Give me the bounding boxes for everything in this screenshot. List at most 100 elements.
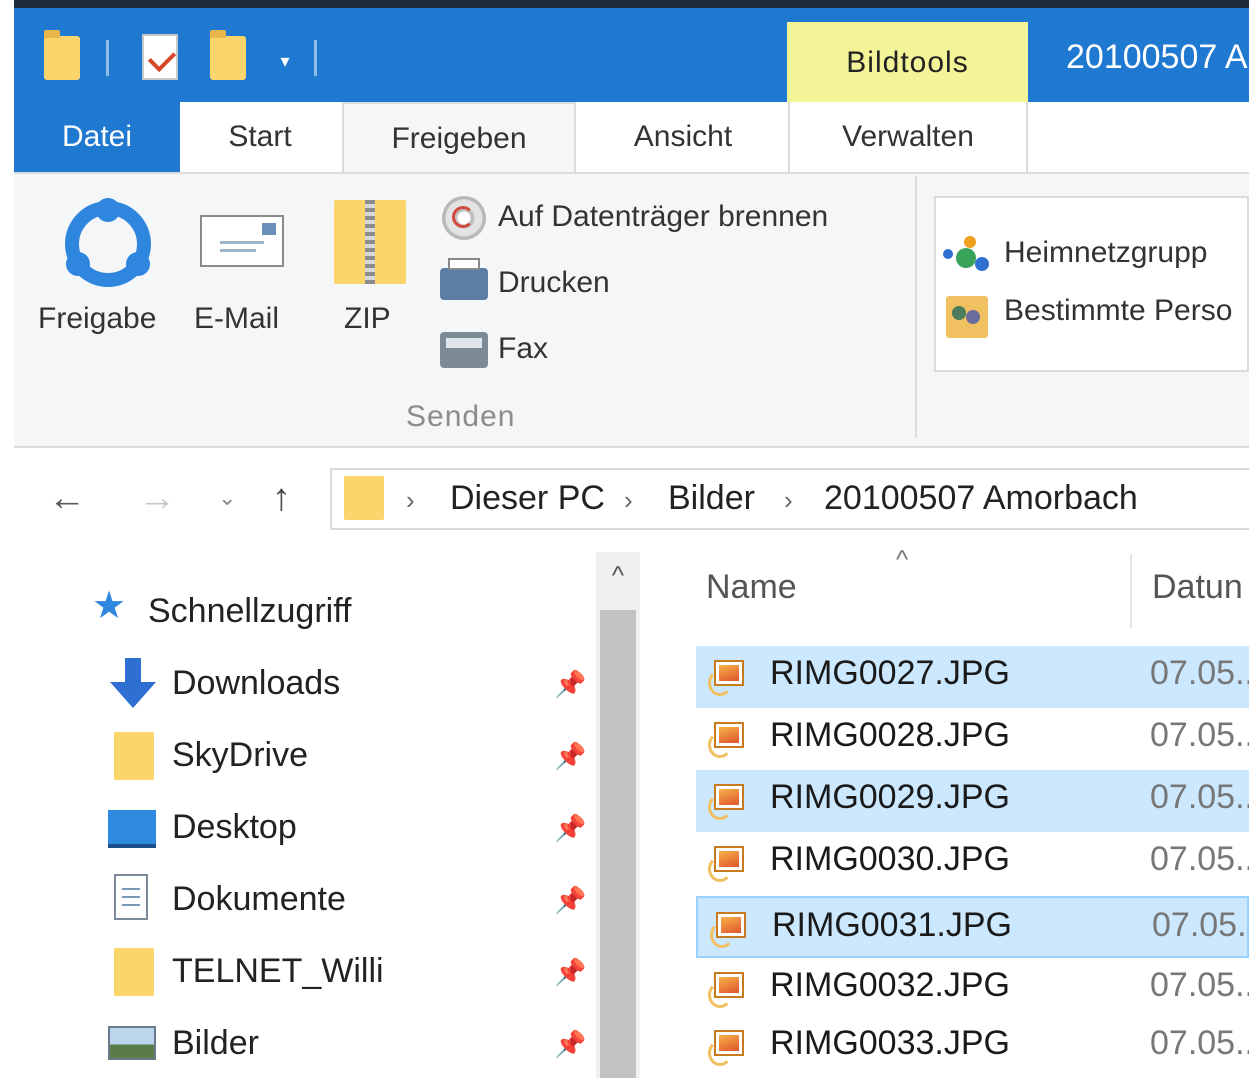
file-row[interactable]: RIMG0032.JPG 07.05.. — [696, 958, 1249, 1020]
toolbar-separator — [314, 40, 317, 76]
nav-item-skydrive[interactable]: SkyDrive 📌 — [90, 722, 590, 788]
tab-start[interactable]: Start — [180, 102, 340, 172]
column-divider[interactable] — [1130, 554, 1132, 628]
file-row[interactable]: RIMG0031.JPG 07.05.. — [696, 896, 1249, 958]
homegroup-label: Heimnetzgrupp — [1004, 236, 1208, 269]
share-with-gallery — [934, 196, 1249, 372]
printer-icon — [440, 258, 488, 300]
downloads-icon — [110, 658, 156, 708]
file-name: RIMG0029.JPG — [770, 778, 1010, 816]
pin-icon[interactable]: 📌 — [554, 1030, 586, 1058]
breadcrumb-separator[interactable]: › — [624, 480, 633, 520]
column-header-name[interactable]: Name — [706, 568, 797, 607]
tab-datei[interactable]: Datei — [14, 102, 180, 172]
desktop-icon — [108, 810, 156, 848]
tab-ansicht[interactable]: Ansicht — [578, 102, 788, 172]
file-row[interactable]: RIMG0029.JPG 07.05.. — [696, 770, 1249, 832]
breadcrumb-separator[interactable]: › — [406, 480, 415, 520]
ribbon-group-divider — [915, 176, 917, 438]
pin-icon[interactable]: 📌 — [554, 814, 586, 842]
file-row[interactable]: RIMG0028.JPG 07.05.. — [696, 708, 1249, 770]
nav-item-label: SkyDrive — [172, 736, 309, 774]
breadcrumb-dieser-pc[interactable]: Dieser PC — [450, 474, 605, 522]
new-folder-icon[interactable] — [210, 30, 246, 80]
context-tab-label: Bildtools — [846, 46, 969, 79]
disc-burn-icon — [442, 196, 486, 240]
file-row[interactable]: RIMG0033.JPG 07.05.. — [696, 1016, 1249, 1078]
column-header-date[interactable]: Datun — [1152, 568, 1243, 607]
customize-dropdown-icon[interactable]: ▾ — [274, 50, 296, 72]
scrollbar-thumb[interactable] — [600, 610, 636, 1078]
image-file-icon — [708, 720, 748, 760]
image-file-icon — [708, 658, 748, 698]
pictures-icon — [108, 1026, 156, 1060]
fax-button[interactable]: Fax — [440, 328, 600, 372]
nav-item-quick-access[interactable]: ★ Schnellzugriff — [90, 578, 590, 644]
homegroup-icon — [943, 236, 989, 271]
file-date: 07.05.. — [1150, 778, 1249, 816]
back-arrow-icon[interactable]: ← — [48, 472, 86, 524]
specific-people-button[interactable]: Bestimmte Perso — [940, 294, 1249, 338]
fax-icon — [440, 332, 488, 368]
file-name: RIMG0033.JPG — [770, 1024, 1010, 1062]
pin-icon[interactable]: 📌 — [554, 958, 586, 986]
breadcrumb-bilder[interactable]: Bilder — [668, 474, 755, 522]
file-date: 07.05.. — [1150, 1024, 1249, 1062]
star-icon: ★ — [92, 585, 127, 627]
zip-button[interactable]: ZIP — [330, 190, 410, 350]
zip-icon — [334, 200, 406, 284]
nav-item-label: Schnellzugriff — [148, 592, 352, 630]
sort-ascending-icon: ^ — [896, 544, 909, 574]
tab-freigeben[interactable]: Freigeben — [342, 102, 576, 174]
file-name: RIMG0031.JPG — [772, 906, 1012, 944]
pin-icon[interactable]: 📌 — [554, 670, 586, 698]
print-label: Drucken — [498, 266, 610, 299]
ribbon-group-label: Senden — [406, 400, 516, 433]
burn-button[interactable]: Auf Datenträger brennen — [440, 196, 900, 240]
image-file-icon — [708, 782, 748, 822]
title-bar-top-edge — [14, 0, 1249, 8]
burn-label: Auf Datenträger brennen — [498, 200, 829, 233]
file-row[interactable]: RIMG0030.JPG 07.05.. — [696, 832, 1249, 894]
forward-arrow-icon[interactable]: → — [138, 472, 176, 524]
share-label: Freigabe — [38, 302, 157, 335]
nav-item-bilder[interactable]: Bilder 📌 — [90, 1010, 590, 1076]
title-bar: ▾ — [14, 0, 1249, 102]
nav-item-label: Desktop — [172, 808, 297, 846]
email-button[interactable]: E-Mail — [190, 190, 300, 350]
file-name: RIMG0028.JPG — [770, 716, 1010, 754]
recent-locations-chevron-icon[interactable]: ⌄ — [218, 472, 236, 524]
nav-item-telnet-willi[interactable]: TELNET_Willi 📌 — [90, 938, 590, 1004]
image-file-icon — [708, 970, 748, 1010]
pin-icon[interactable]: 📌 — [554, 742, 586, 770]
file-name: RIMG0030.JPG — [770, 840, 1010, 878]
share-button[interactable]: Freigabe — [36, 190, 176, 350]
file-row[interactable]: RIMG0027.JPG 07.05.. — [696, 646, 1249, 708]
folder-icon — [114, 732, 154, 780]
nav-item-label: TELNET_Willi — [172, 952, 384, 990]
file-date: 07.05.. — [1150, 840, 1249, 878]
nav-item-downloads[interactable]: Downloads 📌 — [90, 650, 590, 716]
nav-item-label: Bilder — [172, 1024, 259, 1062]
image-file-icon — [710, 910, 750, 950]
folder-icon — [344, 476, 384, 520]
tab-verwalten[interactable]: Verwalten — [788, 102, 1028, 172]
homegroup-button[interactable]: Heimnetzgrupp — [940, 232, 1249, 276]
folder-icon[interactable] — [44, 30, 80, 80]
specific-people-label: Bestimmte Perso — [1004, 294, 1233, 327]
properties-icon[interactable] — [142, 34, 178, 80]
people-icon — [946, 296, 988, 338]
nav-item-desktop[interactable]: Desktop 📌 — [90, 794, 590, 860]
pin-icon[interactable]: 📌 — [554, 886, 586, 914]
up-arrow-icon[interactable]: ↑ — [272, 472, 291, 524]
scroll-up-arrow-icon[interactable]: ^ — [606, 560, 630, 590]
breadcrumb-current-folder[interactable]: 20100507 Amorbach — [824, 474, 1138, 522]
file-date: 07.05.. — [1150, 716, 1249, 754]
image-file-icon — [708, 844, 748, 884]
folder-icon — [114, 948, 154, 996]
breadcrumb-separator[interactable]: › — [784, 480, 793, 520]
email-icon — [200, 215, 284, 267]
nav-item-dokumente[interactable]: Dokumente 📌 — [90, 866, 590, 932]
email-label: E-Mail — [194, 302, 280, 335]
print-button[interactable]: Drucken — [440, 258, 660, 306]
